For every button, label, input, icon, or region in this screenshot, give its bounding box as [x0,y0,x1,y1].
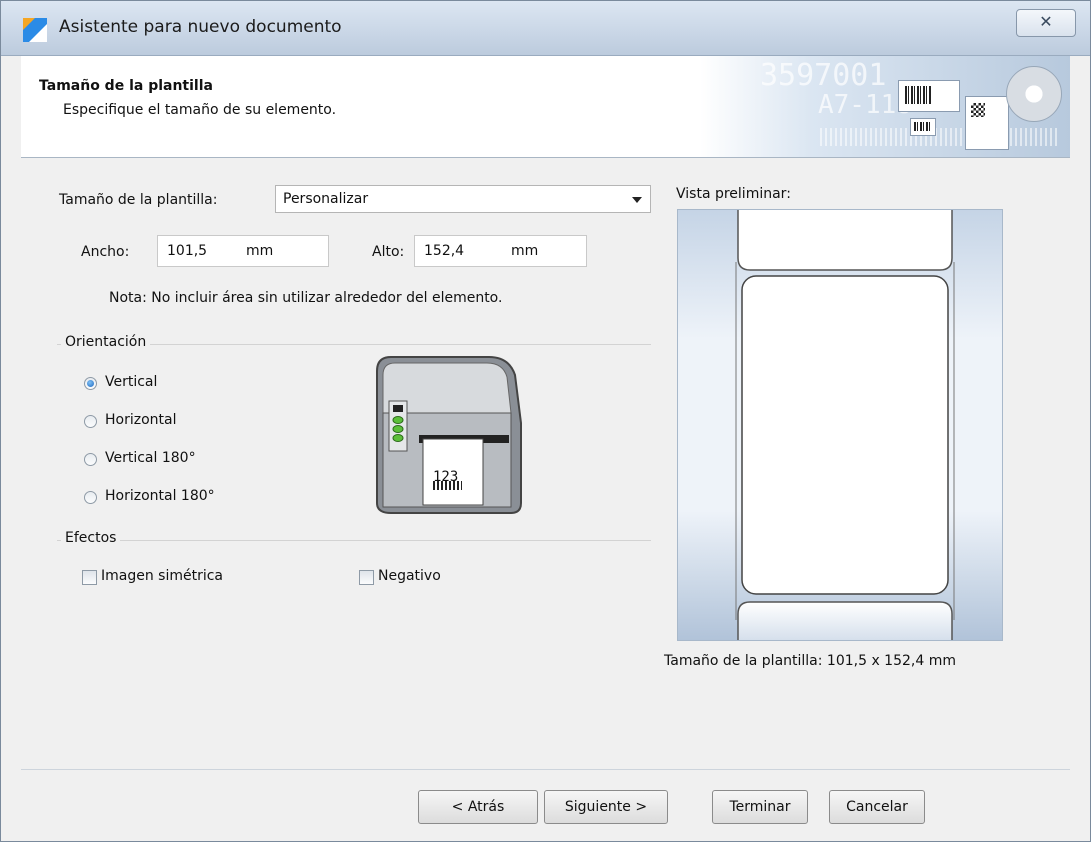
chevron-down-icon [632,197,642,203]
footer-divider [21,769,1070,770]
mirror-checkbox[interactable] [82,570,97,585]
width-value: 101,5 [167,243,208,259]
radio-horizontal[interactable] [84,415,97,428]
radio-vertical-180-label[interactable]: Vertical 180° [105,450,196,466]
back-button[interactable]: < Atrás [418,790,538,824]
printer-label-number: 123 [433,469,459,485]
title-bar[interactable]: Asistente para nuevo documento ✕ [1,1,1090,56]
left-margin [1,56,21,841]
close-button[interactable]: ✕ [1016,9,1076,37]
size-note: Nota: No incluir área sin utilizar alred… [109,290,503,306]
height-unit: mm [511,243,539,259]
preview-size-text: Tamaño de la plantilla: 101,5 x 152,4 mm [664,653,956,669]
finish-button[interactable]: Terminar [712,790,808,824]
window-title: Asistente para nuevo documento [59,17,342,37]
wizard-window: Asistente para nuevo documento ✕ Tamaño … [0,0,1091,842]
preview-label: Vista preliminar: [676,186,791,202]
negative-checkbox[interactable] [359,570,374,585]
wizard-header: Tamaño de la plantilla Especifique el ta… [21,56,1070,158]
width-unit: mm [246,243,274,259]
label-preview [677,209,1003,641]
radio-horizontal-180[interactable] [84,491,97,504]
effects-group-line [57,540,651,541]
header-banner-image: 3597001 A7-118 [700,56,1070,157]
negative-label[interactable]: Negativo [378,568,441,584]
size-label: Tamaño de la plantilla: [59,192,218,208]
wizard-content: Tamaño de la plantilla: Personalizar Anc… [21,157,1070,841]
next-button[interactable]: Siguiente > [544,790,668,824]
radio-vertical-label[interactable]: Vertical [105,374,157,390]
radio-horizontal-label[interactable]: Horizontal [105,412,176,428]
page-title: Tamaño de la plantilla [39,78,213,94]
size-dropdown-value: Personalizar [283,191,369,207]
width-label: Ancho: [81,244,130,260]
banner-number: 3597001 [760,58,887,93]
close-icon: ✕ [1039,12,1053,31]
effects-group-label: Efectos [61,530,121,546]
small-label-icon [910,118,936,136]
mirror-label[interactable]: Imagen simétrica [101,568,223,584]
banner-barcode-decoration [820,128,1060,146]
width-field[interactable]: 101,5 mm [157,235,329,267]
orientation-group-label: Orientación [61,334,151,350]
height-field[interactable]: 152,4 mm [414,235,587,267]
size-dropdown[interactable]: Personalizar [275,185,651,213]
app-logo-icon [23,18,47,42]
cd-label-icon [1006,66,1062,122]
qr-label-icon [965,96,1009,150]
cancel-button[interactable]: Cancelar [829,790,925,824]
barcode-label-icon [898,80,960,112]
radio-vertical[interactable] [84,377,97,390]
page-subtitle: Especifique el tamaño de su elemento. [63,102,337,118]
height-label: Alto: [372,244,405,260]
printer-orientation-icon: 123 [369,353,529,523]
radio-vertical-180[interactable] [84,453,97,466]
radio-horizontal-180-label[interactable]: Horizontal 180° [105,488,215,504]
height-value: 152,4 [424,243,465,259]
